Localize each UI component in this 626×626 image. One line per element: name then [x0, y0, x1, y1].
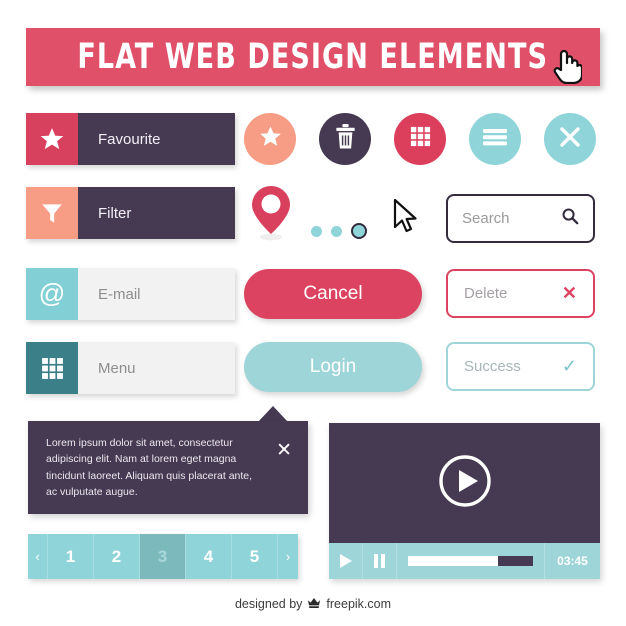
pagination-prev[interactable]: ‹ [28, 534, 48, 579]
page-header-banner: FLAT WEB DESIGN ELEMENTS [26, 28, 600, 86]
grid-icon [26, 342, 78, 394]
video-player: 03:45 [329, 423, 600, 579]
video-progress-fill [408, 556, 498, 566]
success-button-label: Success [464, 358, 521, 375]
carousel-dot[interactable] [331, 225, 342, 237]
arrow-cursor-icon [392, 198, 420, 239]
tooltip-text: Lorem ipsum dolor sit amet, consectetur … [46, 437, 253, 498]
menu-button-label: Menu [78, 342, 235, 394]
close-icon [558, 125, 582, 154]
pagination-next[interactable]: › [278, 534, 298, 579]
delete-button[interactable]: Delete ✕ [446, 269, 595, 318]
circle-favourite-button[interactable] [244, 113, 296, 165]
footer-prefix: designed by [234, 597, 303, 611]
footer-credit: designed by freepik.com [0, 596, 626, 612]
map-pin-icon [249, 184, 293, 247]
close-icon: ✕ [561, 283, 577, 303]
close-icon[interactable]: ✕ [276, 435, 292, 514]
page-root: FLAT WEB DESIGN ELEMENTS Favourite Filte… [0, 0, 626, 626]
play-circle-icon[interactable] [438, 454, 492, 513]
video-screen[interactable] [329, 423, 600, 543]
at-sign-icon: @ [26, 268, 78, 320]
pagination-page-4[interactable]: 4 [186, 534, 232, 579]
video-progress-bar[interactable] [397, 543, 544, 579]
success-button[interactable]: Success ✓ [446, 342, 595, 391]
video-play-button[interactable] [329, 543, 363, 579]
circle-close-button[interactable] [544, 113, 596, 165]
circle-grid-button[interactable] [394, 113, 446, 165]
hand-pointer-cursor-icon [552, 46, 584, 89]
cancel-button[interactable]: Cancel [244, 269, 422, 319]
pagination-page-5[interactable]: 5 [232, 534, 278, 579]
grid-icon [409, 125, 432, 153]
magnifier-icon[interactable] [561, 207, 579, 230]
footer-brand: freepik.com [326, 597, 392, 611]
video-controls: 03:45 [329, 543, 600, 579]
hamburger-icon [482, 127, 508, 152]
video-pause-button[interactable] [363, 543, 397, 579]
favourite-button[interactable]: Favourite [26, 113, 235, 165]
carousel-dots[interactable] [311, 223, 367, 239]
search-input[interactable]: Search [446, 194, 595, 243]
filter-icon [26, 187, 78, 239]
login-button-label: Login [309, 356, 357, 377]
carousel-dot[interactable] [311, 225, 322, 237]
email-field[interactable]: @ E-mail [26, 268, 235, 320]
trash-icon [333, 123, 358, 155]
circle-hamburger-button[interactable] [469, 113, 521, 165]
email-field-placeholder: E-mail [78, 268, 235, 320]
menu-button[interactable]: Menu [26, 342, 235, 394]
cancel-button-label: Cancel [303, 283, 363, 304]
circle-delete-button[interactable] [319, 113, 371, 165]
login-button[interactable]: Login [244, 342, 422, 392]
tooltip-popover: Lorem ipsum dolor sit amet, consectetur … [28, 421, 308, 514]
video-time-label: 03:45 [544, 543, 600, 579]
page-title: FLAT WEB DESIGN ELEMENTS [77, 37, 549, 77]
svg-text:@: @ [39, 279, 66, 308]
pagination-page-1[interactable]: 1 [48, 534, 94, 579]
carousel-dot-active[interactable] [351, 223, 367, 239]
pagination[interactable]: ‹ 1 2 3 4 5 › [28, 534, 298, 579]
check-icon: ✓ [561, 356, 577, 376]
freepik-crown-icon [307, 596, 321, 612]
search-input-placeholder: Search [462, 210, 510, 227]
tooltip-pointer [258, 406, 288, 422]
video-progress-track[interactable] [408, 556, 533, 566]
star-icon [26, 113, 78, 165]
pagination-page-3-current[interactable]: 3 [140, 534, 186, 579]
favourite-button-label: Favourite [78, 113, 235, 165]
filter-button-label: Filter [78, 187, 235, 239]
delete-button-label: Delete [464, 285, 508, 302]
pagination-page-2[interactable]: 2 [94, 534, 140, 579]
star-icon [258, 124, 283, 154]
filter-button[interactable]: Filter [26, 187, 235, 239]
